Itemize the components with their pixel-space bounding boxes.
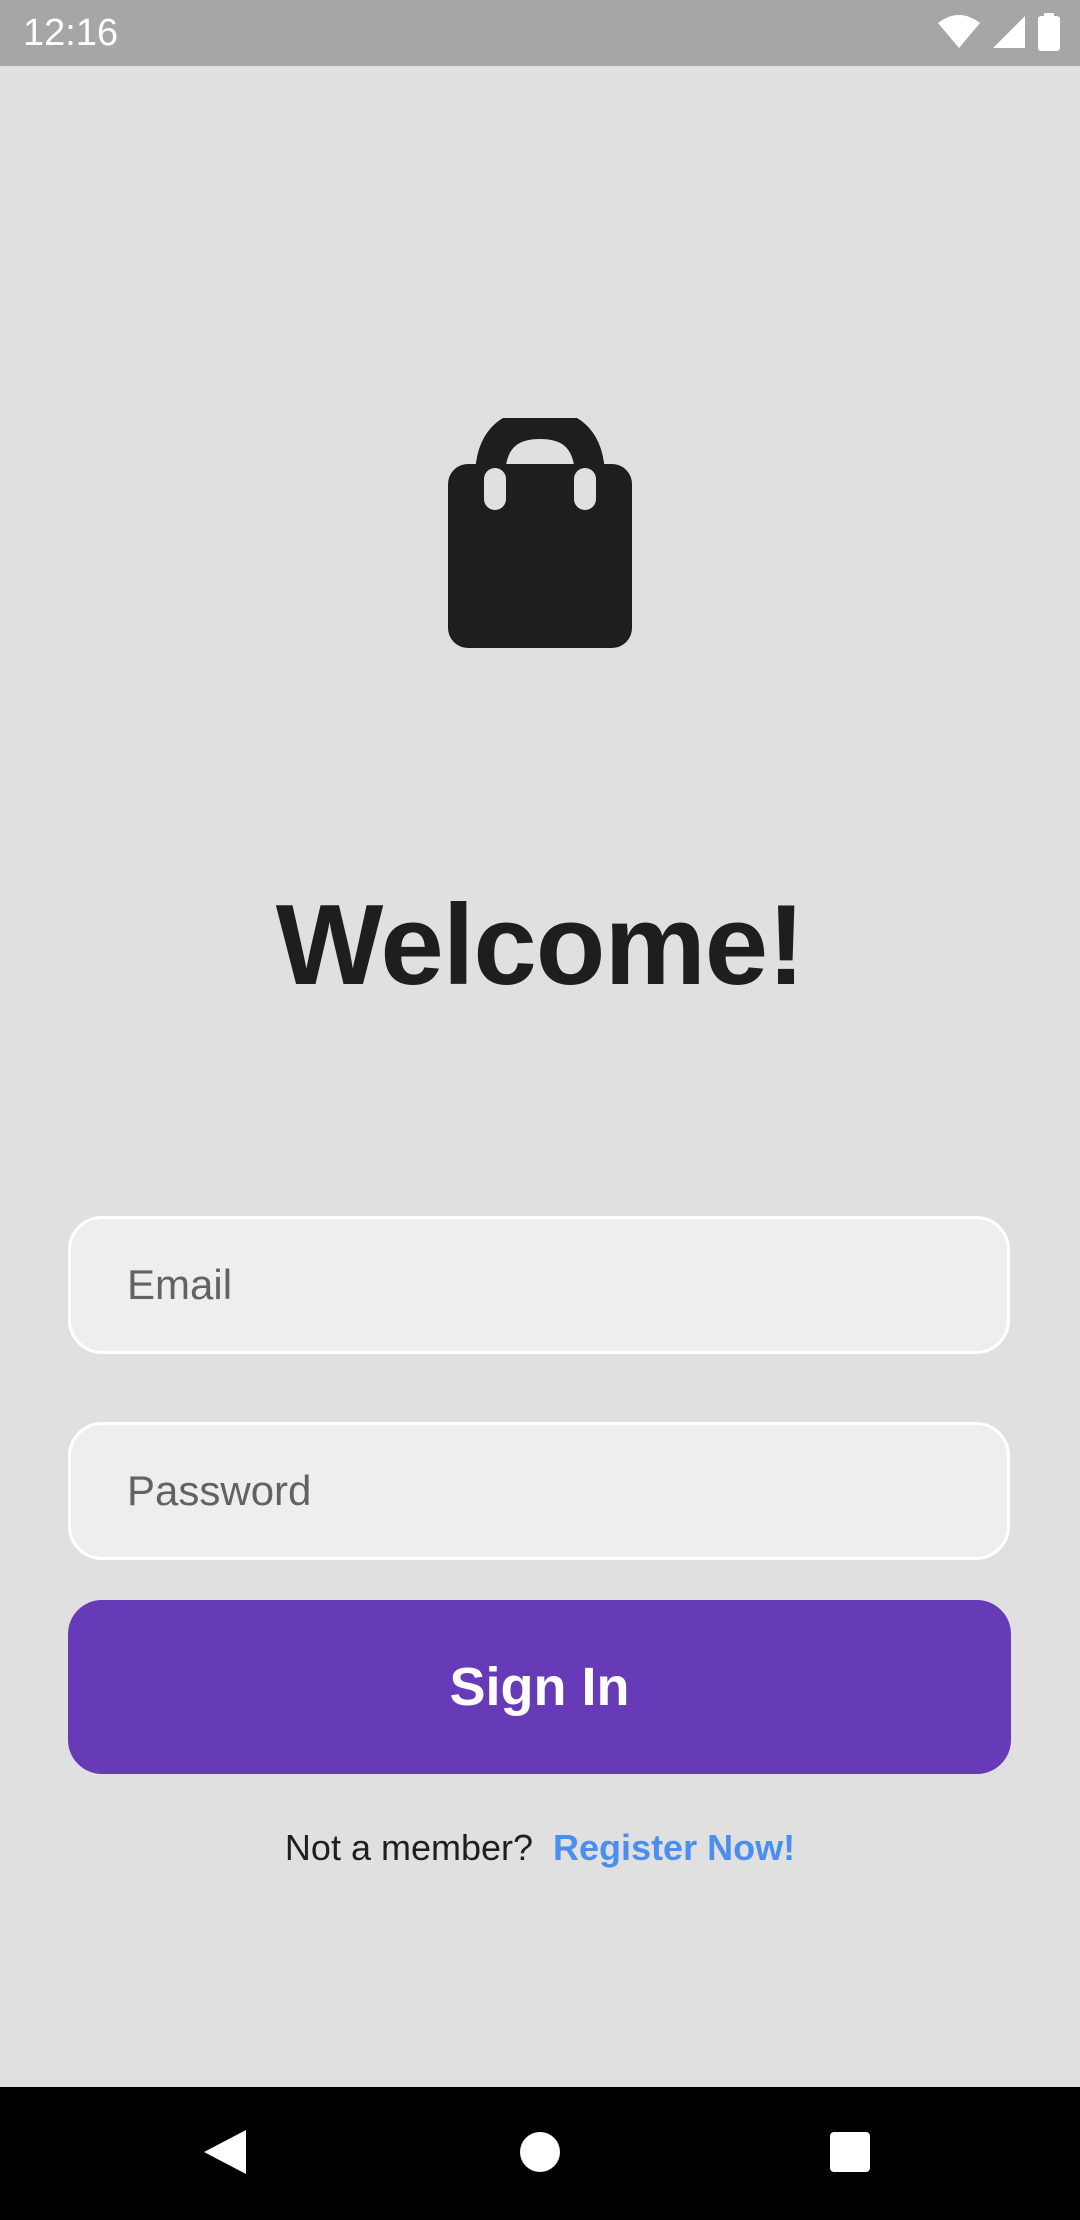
email-field[interactable] bbox=[68, 1216, 1010, 1354]
back-icon bbox=[202, 2128, 248, 2181]
wifi-icon bbox=[938, 14, 980, 54]
password-input[interactable] bbox=[71, 1425, 1007, 1557]
home-button[interactable] bbox=[505, 2119, 575, 2189]
welcome-title: Welcome! bbox=[275, 882, 805, 1009]
home-icon bbox=[519, 2131, 561, 2178]
navigation-bar bbox=[0, 2087, 1080, 2220]
password-field[interactable] bbox=[68, 1422, 1010, 1560]
email-input[interactable] bbox=[71, 1219, 1007, 1351]
not-member-text: Not a member? bbox=[284, 1827, 534, 1868]
battery-icon bbox=[1038, 12, 1060, 56]
register-row: Not a member? Register Now! bbox=[0, 1820, 1080, 1876]
back-button[interactable] bbox=[190, 2119, 260, 2189]
sign-in-button[interactable]: Sign In bbox=[68, 1600, 1011, 1774]
recents-icon bbox=[829, 2131, 871, 2178]
cellular-signal-icon bbox=[992, 15, 1026, 54]
register-now-link[interactable]: Register Now! bbox=[553, 1827, 795, 1868]
status-bar: 12:16 bbox=[0, 0, 1080, 66]
login-screen: Welcome! bbox=[0, 66, 1080, 2087]
status-icons bbox=[938, 12, 1060, 56]
status-time: 12:16 bbox=[23, 12, 119, 54]
shopping-bag-icon bbox=[440, 408, 640, 648]
recents-button[interactable] bbox=[815, 2119, 885, 2189]
sign-in-label: Sign In bbox=[449, 1657, 630, 1717]
